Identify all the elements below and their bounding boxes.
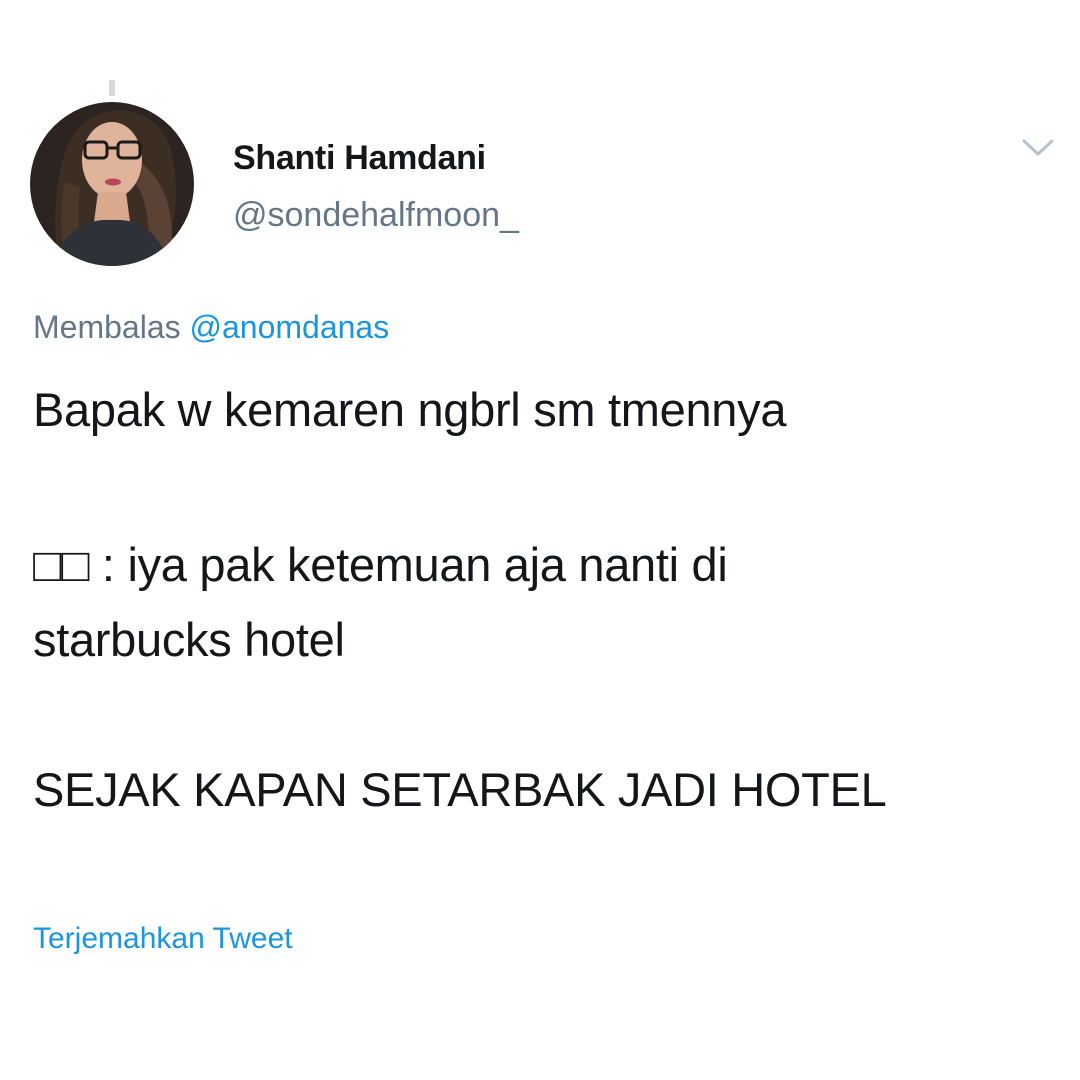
avatar[interactable]: [30, 102, 194, 266]
tweet-card: Shanti Hamdani @sondehalfmoon_ Membalas …: [0, 0, 1080, 1080]
tweet-text-line: Bapak w kemaren ngbrl sm tmennya: [33, 383, 787, 436]
reply-mention-link[interactable]: @anomdanas: [190, 309, 390, 345]
reply-context: Membalas @anomdanas: [33, 309, 389, 346]
tweet-text-line: starbucks hotel: [33, 613, 345, 666]
display-name[interactable]: Shanti Hamdani: [233, 139, 486, 178]
translate-tweet-link[interactable]: Terjemahkan Tweet: [33, 922, 293, 956]
thread-connector: [109, 80, 115, 96]
user-handle[interactable]: @sondehalfmoon_: [233, 196, 519, 235]
tweet-text-line: SEJAK KAPAN SETARBAK JADI HOTEL: [33, 763, 887, 816]
reply-prefix: Membalas: [33, 309, 181, 345]
chevron-down-icon[interactable]: [1018, 133, 1058, 161]
avatar-image: [30, 102, 194, 266]
tweet-text-line: □□ : iya pak ketemuan aja nanti di: [33, 538, 728, 591]
